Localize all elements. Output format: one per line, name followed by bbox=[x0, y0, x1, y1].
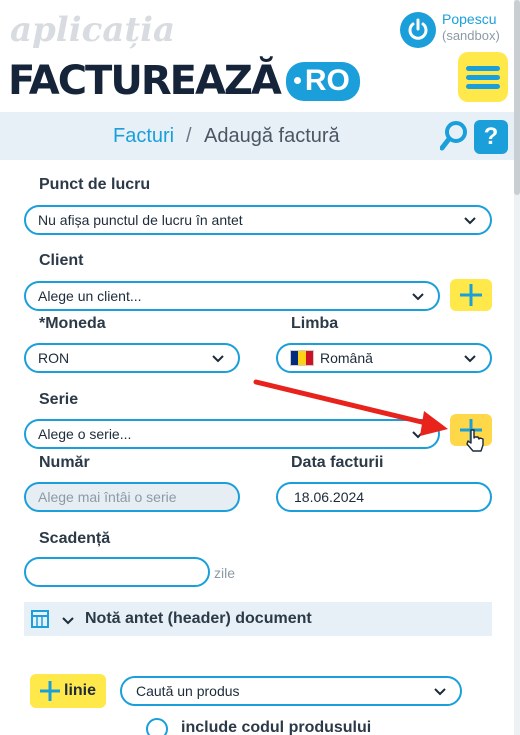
logo-badge-text: RO bbox=[304, 63, 350, 97]
plus-icon bbox=[460, 419, 482, 441]
product-search-value: Caută un produs bbox=[136, 683, 240, 699]
breadcrumb-facturi-link[interactable]: Facturi bbox=[113, 125, 174, 148]
series-label: Serie bbox=[39, 391, 79, 408]
chevron-down-icon bbox=[412, 431, 424, 439]
plus-icon bbox=[460, 284, 482, 306]
include-code-radio[interactable] bbox=[146, 718, 168, 735]
series-value: Alege o serie... bbox=[38, 426, 132, 442]
client-select[interactable]: Alege un client... bbox=[24, 281, 440, 311]
logo-text: FACTUREAZĂ bbox=[8, 58, 282, 104]
user-name[interactable]: Popescu bbox=[442, 11, 496, 27]
number-placeholder: Alege mai întâi o serie bbox=[38, 489, 177, 505]
app-watermark: aplicația bbox=[10, 10, 176, 50]
breadcrumb-separator: / bbox=[186, 125, 192, 147]
due-days-field[interactable] bbox=[24, 557, 210, 587]
chevron-down-icon bbox=[464, 217, 476, 225]
language-select[interactable]: Română bbox=[276, 343, 492, 373]
add-series-button[interactable] bbox=[450, 414, 492, 446]
breadcrumb: Facturi / Adaugă factură ? bbox=[0, 112, 514, 160]
help-button[interactable]: ? bbox=[474, 120, 508, 154]
series-select[interactable]: Alege o serie... bbox=[24, 419, 440, 449]
document-header-icon bbox=[31, 610, 49, 628]
add-line-label: linie bbox=[64, 682, 97, 699]
work-point-value: Nu afișa punctul de lucru în antet bbox=[38, 212, 243, 228]
page-scrollbar[interactable] bbox=[514, 0, 520, 735]
include-code-label: include codul produsului bbox=[181, 719, 372, 735]
logo-badge: RO bbox=[285, 61, 360, 101]
menu-bar bbox=[466, 74, 500, 80]
client-value: Alege un client... bbox=[38, 288, 142, 304]
number-field[interactable]: Alege mai întâi o serie bbox=[24, 482, 240, 512]
client-label: Client bbox=[39, 252, 84, 269]
scrollbar-thumb[interactable] bbox=[514, 0, 520, 195]
chevron-down-icon bbox=[412, 293, 424, 301]
work-point-select[interactable]: Nu afișa punctul de lucru în antet bbox=[24, 205, 492, 235]
due-label: Scadență bbox=[39, 530, 111, 547]
currency-value: RON bbox=[38, 350, 70, 366]
language-value: Română bbox=[320, 350, 373, 366]
chevron-down-icon bbox=[464, 355, 476, 363]
invoice-date-field[interactable]: 18.06.2024 bbox=[276, 482, 492, 512]
product-search-select[interactable]: Caută un produs bbox=[120, 676, 462, 706]
header-note-toggle[interactable]: Notă antet (header) document bbox=[24, 602, 492, 636]
power-icon[interactable] bbox=[400, 12, 436, 48]
chevron-down-icon bbox=[212, 355, 224, 363]
page-title: Adaugă factură bbox=[204, 125, 340, 147]
add-client-button[interactable] bbox=[450, 279, 492, 311]
currency-label: *Moneda bbox=[39, 315, 106, 332]
search-icon[interactable] bbox=[439, 120, 468, 152]
currency-select[interactable]: RON bbox=[24, 343, 240, 373]
user-environment: (sandbox) bbox=[442, 28, 500, 43]
plus-icon bbox=[40, 681, 60, 701]
hamburger-menu-button[interactable] bbox=[458, 52, 508, 102]
app-logo[interactable]: FACTUREAZĂ RO bbox=[8, 58, 360, 104]
invoice-date-label: Data facturii bbox=[291, 454, 384, 471]
header-note-label: Notă antet (header) document bbox=[85, 610, 312, 627]
chevron-down-icon bbox=[62, 617, 74, 625]
top-header: aplicația FACTUREAZĂ RO Popescu (sandbox… bbox=[0, 0, 514, 112]
chevron-down-icon bbox=[434, 688, 446, 696]
add-line-button[interactable]: linie bbox=[30, 674, 106, 708]
menu-bar bbox=[466, 65, 500, 71]
romania-flag-icon bbox=[290, 350, 314, 366]
menu-bar bbox=[466, 83, 500, 89]
language-label: Limba bbox=[291, 315, 339, 332]
work-point-label: Punct de lucru bbox=[39, 176, 151, 193]
due-unit: zile bbox=[214, 565, 236, 581]
invoice-date-value: 18.06.2024 bbox=[294, 489, 365, 505]
number-label: Număr bbox=[39, 454, 90, 471]
